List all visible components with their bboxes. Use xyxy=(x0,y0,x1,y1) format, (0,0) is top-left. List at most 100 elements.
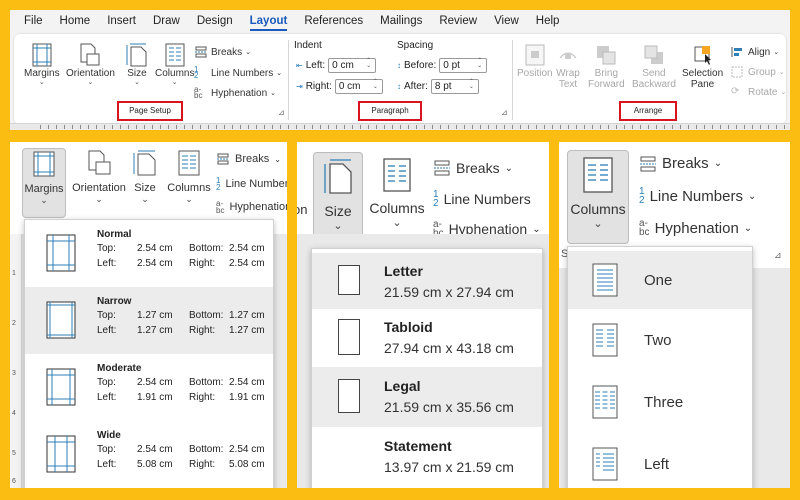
ruler-tick xyxy=(424,125,425,129)
hyphenation-icon: a-bc xyxy=(194,85,203,100)
group-button[interactable]: Group ⌄ xyxy=(731,66,785,78)
ruler-tick xyxy=(736,125,737,129)
ruler-tick xyxy=(656,125,657,129)
margin-option-narrow[interactable]: Narrow Top: 1.27 cm Bottom: 1.27 cm Left: 1.… xyxy=(25,287,273,354)
two-columns-icon xyxy=(592,323,618,357)
ruler-tick xyxy=(336,125,337,129)
rotate-button[interactable]: ⟳ Rotate ⌄ xyxy=(731,86,786,98)
margin-wide-icon xyxy=(39,429,83,479)
size-option-letter[interactable]: Letter 21.59 cm x 27.94 cm xyxy=(312,253,542,309)
orientation-button[interactable]: Orientation ⌄ xyxy=(68,150,130,205)
hyphenation-button[interactable]: a-bc Hyphenation⌄ xyxy=(194,85,276,100)
menu-review[interactable]: Review xyxy=(439,15,477,27)
menu-references[interactable]: References xyxy=(304,15,363,27)
margin-moderate-left-right: Left: 1.91 cm Right: 1.91 cm xyxy=(97,392,265,403)
bring-forward-button[interactable]: Bring Forward xyxy=(588,42,625,90)
breaks-button[interactable]: Breaks ⌄ xyxy=(194,46,251,58)
chevron-down-icon: ⌄ xyxy=(743,222,753,234)
dialog-launcher-icon[interactable]: ⊿ xyxy=(774,250,782,261)
send-backward-button[interactable]: Send Backward xyxy=(632,42,676,90)
margin-option-moderate[interactable]: Moderate Top: 2.54 cm Bottom: 2.54 cm Left:… xyxy=(25,354,273,421)
orientation-button[interactable]: Orientation ⌄ xyxy=(66,42,115,87)
columns-option-one[interactable]: One xyxy=(568,251,752,309)
menu-home[interactable]: Home xyxy=(60,15,91,27)
spacing-after-input[interactable]: 8 pt xyxy=(430,78,479,94)
columns-button[interactable]: Columns ⌄ xyxy=(567,150,629,244)
ruler-tick xyxy=(696,125,697,129)
hyphenation-icon: a-bc xyxy=(639,218,650,238)
menu-mailings[interactable]: Mailings xyxy=(380,15,422,27)
line-numbers-button[interactable]: 12 Line Numbers xyxy=(433,189,531,209)
line-numbers-icon: 12 xyxy=(433,189,439,209)
align-button[interactable]: Align ⌄ xyxy=(731,46,779,58)
wrap-text-button[interactable]: Wrap Text xyxy=(555,42,581,90)
ruler-tick xyxy=(144,125,145,129)
columns-panel: Columns ⌄ Breaks ⌄ 12 Line Numbers ⌄ a-bc … xyxy=(559,142,790,488)
ruler-tick xyxy=(328,125,329,129)
margin-option-wide[interactable]: Wide Top: 2.54 cm Bottom: 2.54 cm Left: 5.08… xyxy=(25,421,273,488)
breaks-button[interactable]: Breaks ⌄ xyxy=(216,153,281,165)
breaks-button[interactable]: Breaks ⌄ xyxy=(639,155,722,172)
ruler-tick xyxy=(152,125,153,129)
ruler-tick xyxy=(768,125,769,129)
ruler-tick xyxy=(240,125,241,129)
left-column-icon xyxy=(592,447,618,481)
indent-right-input[interactable]: 0 cm xyxy=(334,78,383,94)
spacing-before-input[interactable]: 0 pt xyxy=(439,57,488,73)
margin-wide-top-bottom: Top: 2.54 cm Bottom: 2.54 cm xyxy=(97,444,265,455)
menu-help[interactable]: Help xyxy=(536,15,560,27)
ruler-tick xyxy=(112,125,113,129)
margin-option-normal[interactable]: Normal Top: 2.54 cm Bottom: 2.54 cm Left: 2.… xyxy=(25,220,273,287)
hyphenation-button[interactable]: a-bc Hyphenation⌄ xyxy=(639,218,753,238)
columns-option-left[interactable]: Left xyxy=(568,437,752,488)
ruler-tick xyxy=(456,125,457,129)
ruler-tick xyxy=(256,125,257,129)
columns-button[interactable]: Columns ⌄ xyxy=(164,150,214,205)
size-option-legal[interactable]: Legal 21.59 cm x 35.56 cm xyxy=(312,367,542,427)
ruler-tick xyxy=(128,125,129,129)
chevron-down-icon: ⌄ xyxy=(780,89,787,96)
ruler-tick xyxy=(360,125,361,129)
chevron-down-icon: ⌄ xyxy=(134,79,140,86)
ruler-tick xyxy=(64,125,65,129)
margins-button[interactable]: Margins ⌄ xyxy=(24,42,60,87)
breaks-button[interactable]: Breaks ⌄ xyxy=(433,160,513,176)
columns-option-three[interactable]: Three xyxy=(568,375,752,433)
ruler-tick xyxy=(296,125,297,129)
indent-left-input[interactable]: 0 cm xyxy=(328,57,377,73)
line-numbers-button[interactable]: 12 Line Numbers xyxy=(216,177,287,192)
line-numbers-button[interactable]: 12 Line Numbers ⌄ xyxy=(194,66,282,80)
margins-button[interactable]: Margins ⌄ xyxy=(22,148,66,218)
dialog-launcher-icon[interactable]: ⊿ xyxy=(278,108,285,117)
size-button[interactable]: Size ⌄ xyxy=(130,150,160,205)
position-button[interactable]: Position xyxy=(517,42,553,79)
selection-pane-button[interactable]: Selection Pane xyxy=(682,42,723,90)
menu-file[interactable]: File xyxy=(24,15,43,27)
page-setup-group-label: Page Setup xyxy=(117,101,183,121)
indent-right-field: ⇥ Right: 0 cm xyxy=(296,78,383,94)
menu-layout[interactable]: Layout xyxy=(249,15,287,31)
ruler-tick xyxy=(776,125,777,129)
ruler-tick xyxy=(368,125,369,129)
size-button[interactable]: Size ⌄ xyxy=(124,42,150,87)
menu-design[interactable]: Design xyxy=(197,15,233,27)
size-option-statement[interactable]: Statement 13.97 cm x 21.59 cm xyxy=(312,427,542,488)
size-option-tabloid[interactable]: Tabloid 27.94 cm x 43.18 cm xyxy=(312,309,542,367)
columns-option-two[interactable]: Two xyxy=(568,313,752,371)
vertical-ruler[interactable]: 1 2 3 4 5 6 xyxy=(10,234,22,488)
columns-button[interactable]: Columns ⌄ xyxy=(367,158,427,229)
menu-view[interactable]: View xyxy=(494,15,519,27)
spacing-before-icon: ↕ xyxy=(397,61,401,70)
columns-button[interactable]: Columns ⌄ xyxy=(155,42,194,87)
ruler-tick xyxy=(56,125,57,129)
horizontal-ruler[interactable] xyxy=(10,123,790,130)
chevron-down-icon: ⌄ xyxy=(141,194,149,204)
menu-draw[interactable]: Draw xyxy=(153,15,180,27)
columns-dropdown: One Two Three Left xyxy=(567,246,753,488)
dialog-launcher-icon[interactable]: ⊿ xyxy=(501,108,508,117)
ruler-tick xyxy=(96,125,97,129)
hyphenation-button[interactable]: a-bc Hyphenation xyxy=(216,200,287,215)
menu-insert[interactable]: Insert xyxy=(107,15,136,27)
group-divider xyxy=(288,40,289,120)
line-numbers-button[interactable]: 12 Line Numbers ⌄ xyxy=(639,187,756,206)
